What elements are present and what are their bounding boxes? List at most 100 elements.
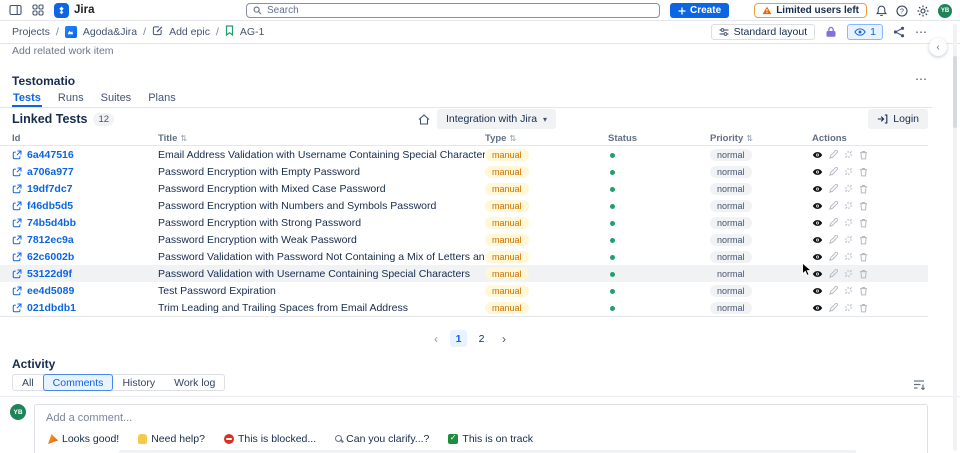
unlink-icon[interactable] [844, 167, 853, 176]
unlink-icon[interactable] [844, 252, 853, 261]
lock-icon[interactable] [825, 26, 837, 38]
search-input[interactable]: Search [246, 3, 660, 18]
limited-users-warning[interactable]: Limited users left [754, 3, 867, 18]
comment-box[interactable]: Add a comment... Looks good! Need help? … [34, 404, 928, 453]
tab-plans[interactable]: Plans [147, 90, 177, 107]
view-eye-icon[interactable] [812, 287, 823, 295]
share-icon[interactable] [893, 26, 905, 38]
table-row[interactable]: a706a977 Password Encryption with Empty … [0, 163, 928, 180]
edit-pencil-icon[interactable] [829, 269, 838, 278]
unlink-icon[interactable] [844, 184, 853, 193]
breadcrumb-project[interactable]: Agoda&Jira [83, 26, 137, 38]
view-eye-icon[interactable] [812, 202, 823, 210]
quick-reply-button[interactable]: This is blocked... [223, 433, 316, 445]
jira-logo[interactable]: Jira [54, 2, 94, 18]
delete-trash-icon[interactable] [859, 235, 868, 245]
breadcrumb-projects[interactable]: Projects [12, 26, 50, 38]
table-row[interactable]: 7812ec9a Password Encryption with Weak P… [0, 231, 928, 248]
column-header[interactable]: Priority ⇅ [710, 133, 812, 144]
delete-trash-icon[interactable] [859, 269, 868, 279]
edit-pencil-icon[interactable] [829, 286, 838, 295]
page-number[interactable]: 2 [473, 330, 490, 347]
external-link-icon[interactable] [12, 286, 22, 296]
standard-layout-button[interactable]: Standard layout [710, 24, 816, 40]
table-row[interactable]: 6a447516 Email Address Validation with U… [0, 146, 928, 163]
edit-pencil-icon[interactable] [829, 303, 838, 312]
edit-pencil-icon[interactable] [829, 201, 838, 210]
unlink-icon[interactable] [844, 235, 853, 244]
create-button[interactable]: Create [670, 3, 730, 18]
app-switcher-icon[interactable] [32, 4, 44, 16]
column-header[interactable]: Id [12, 133, 158, 144]
table-row[interactable]: 53122d9f Password Validation with Userna… [0, 265, 928, 282]
home-icon[interactable] [418, 112, 430, 130]
unlink-icon[interactable] [844, 201, 853, 210]
edit-pencil-icon[interactable] [829, 235, 838, 244]
edit-pencil-icon[interactable] [829, 150, 838, 159]
watchers-button[interactable]: 1 [847, 24, 883, 40]
settings-gear-icon[interactable] [917, 5, 929, 17]
delete-trash-icon[interactable] [859, 286, 868, 296]
sort-arrows-icon[interactable]: ⇅ [746, 134, 753, 143]
sort-arrows-icon[interactable]: ⇅ [509, 134, 516, 143]
table-row[interactable]: ee4d5089 Test Password Expiration manual… [0, 282, 928, 299]
test-id-link[interactable]: a706a977 [27, 166, 74, 178]
delete-trash-icon[interactable] [859, 150, 868, 160]
sidebar-toggle-icon[interactable] [9, 4, 22, 16]
tab-history[interactable]: History [112, 374, 165, 391]
comment-placeholder[interactable]: Add a comment... [46, 412, 132, 424]
external-link-icon[interactable] [12, 252, 22, 262]
delete-trash-icon[interactable] [859, 218, 868, 228]
tab-tests[interactable]: Tests [12, 90, 42, 107]
collapse-panel-chevron-icon[interactable]: ‹ [929, 38, 947, 56]
external-link-icon[interactable] [12, 235, 22, 245]
quick-reply-button[interactable]: Need help? [138, 433, 205, 445]
prev-page-icon[interactable]: ‹ [428, 332, 444, 346]
table-row[interactable]: 74b5d4bb Password Encryption with Strong… [0, 214, 928, 231]
integration-dropdown[interactable]: Integration with Jira ▾ [437, 109, 557, 129]
quick-reply-button[interactable]: Can you clarify...? [335, 433, 429, 445]
notifications-icon[interactable] [876, 5, 887, 17]
breadcrumb-issue-key[interactable]: AG-1 [240, 26, 265, 38]
test-id-link[interactable]: 021dbdb1 [27, 302, 76, 314]
quick-reply-button[interactable]: Looks good! [48, 433, 119, 445]
external-link-icon[interactable] [12, 218, 22, 228]
sort-arrows-icon[interactable]: ⇅ [180, 134, 187, 143]
external-link-icon[interactable] [12, 167, 22, 177]
unlink-icon[interactable] [844, 269, 853, 278]
page-more-icon[interactable]: ⋯ [915, 25, 928, 39]
external-link-icon[interactable] [12, 150, 22, 160]
edit-pencil-icon[interactable] [829, 218, 838, 227]
view-eye-icon[interactable] [812, 151, 823, 159]
test-id-link[interactable]: 6a447516 [27, 149, 74, 161]
login-button[interactable]: Login [868, 109, 928, 129]
page-number[interactable]: 1 [450, 330, 467, 347]
tab-suites[interactable]: Suites [100, 90, 133, 107]
view-eye-icon[interactable] [812, 236, 823, 244]
vertical-scrollbar-thumb[interactable] [953, 56, 957, 128]
test-id-link[interactable]: f46db5d5 [27, 200, 73, 212]
add-related-work-item-text[interactable]: Add related work item [12, 45, 114, 57]
external-link-icon[interactable] [12, 269, 22, 279]
test-id-link[interactable]: 74b5d4bb [27, 217, 76, 229]
tab-runs[interactable]: Runs [57, 90, 85, 107]
unlink-icon[interactable] [844, 303, 853, 312]
view-eye-icon[interactable] [812, 168, 823, 176]
delete-trash-icon[interactable] [859, 201, 868, 211]
help-icon[interactable]: ? [896, 4, 908, 17]
test-id-link[interactable]: 7812ec9a [27, 234, 74, 246]
user-avatar[interactable]: YB [938, 3, 952, 18]
view-eye-icon[interactable] [812, 219, 823, 227]
test-id-link[interactable]: 53122d9f [27, 268, 72, 280]
delete-trash-icon[interactable] [859, 303, 868, 313]
table-row[interactable]: 021dbdb1 Trim Leading and Trailing Space… [0, 299, 928, 316]
external-link-icon[interactable] [12, 201, 22, 211]
unlink-icon[interactable] [844, 150, 853, 159]
edit-pencil-icon[interactable] [829, 167, 838, 176]
view-eye-icon[interactable] [812, 253, 823, 261]
column-header[interactable]: Status [608, 133, 710, 144]
test-id-link[interactable]: ee4d5089 [27, 285, 74, 297]
view-eye-icon[interactable] [812, 185, 823, 193]
breadcrumb-add-epic[interactable]: Add epic [169, 26, 210, 38]
next-page-icon[interactable]: › [496, 332, 512, 346]
